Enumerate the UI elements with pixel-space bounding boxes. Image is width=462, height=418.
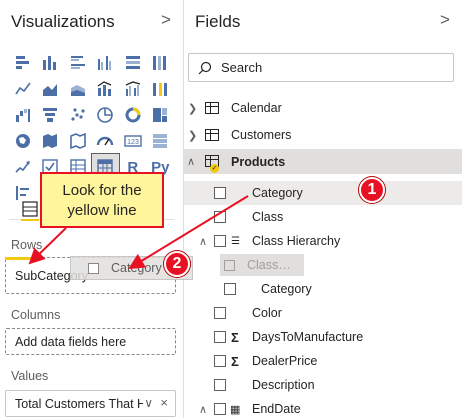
field-checkbox[interactable]: [214, 379, 226, 391]
chevron-down-icon[interactable]: ∧: [199, 403, 207, 416]
values-drop-well[interactable]: Total Customers That Ha ∨ ×: [5, 390, 176, 417]
field-checkbox[interactable]: [214, 355, 226, 367]
map-icon[interactable]: [9, 128, 37, 154]
step-2-badge: 2: [164, 251, 190, 277]
field-label: Class: [247, 258, 279, 272]
pie-chart-icon[interactable]: [92, 102, 120, 128]
stacked-area-chart-icon[interactable]: [64, 76, 92, 102]
clustered-bar-chart-icon[interactable]: [64, 50, 92, 76]
filled-map-icon[interactable]: [37, 128, 65, 154]
visualizations-title: Visualizations: [11, 12, 115, 31]
yellow-insert-line: [5, 257, 41, 260]
line-and-column-chart-icon[interactable]: [92, 76, 120, 102]
field-label: Class: [252, 210, 284, 224]
field-days-to-manufacture[interactable]: Σ DaysToManufacture: [184, 325, 462, 349]
table-name: Calendar: [231, 101, 282, 115]
field-label: Color: [252, 306, 282, 320]
waterfall-chart-icon[interactable]: [9, 102, 37, 128]
funnel-chart-icon[interactable]: [37, 102, 65, 128]
field-label: DaysToManufacture: [252, 330, 364, 344]
table-icon: [205, 102, 219, 114]
collapse-fields-icon[interactable]: >: [440, 10, 450, 30]
drag-ghost-label: Category: [111, 261, 162, 275]
calendar-icon: ▦: [230, 403, 241, 416]
fields-search-input[interactable]: Search: [188, 53, 454, 82]
field-class[interactable]: Class: [184, 205, 462, 229]
100-stacked-column-chart-icon[interactable]: [147, 50, 175, 76]
field-checkbox[interactable]: [214, 235, 226, 247]
search-placeholder: Search: [221, 60, 263, 75]
field-checkbox[interactable]: [214, 187, 226, 199]
hierarchy-level-class-ghost: Class…: [220, 254, 304, 276]
field-end-date[interactable]: ∧ ▦ EndDate: [184, 397, 462, 418]
table-products[interactable]: ∧ ✓ Products: [184, 149, 462, 174]
values-field-pill[interactable]: Total Customers That Ha: [15, 397, 143, 411]
columns-well-label: Columns: [11, 308, 61, 322]
field-label: Class Hierarchy: [252, 234, 341, 248]
field-class-hierarchy[interactable]: ∧ ☰ Class Hierarchy: [184, 229, 462, 253]
field-label: Category: [261, 282, 312, 296]
columns-drop-well[interactable]: Add data fields here: [5, 328, 176, 355]
field-checkbox[interactable]: [224, 283, 236, 295]
field-checkbox[interactable]: [214, 331, 226, 343]
field-category[interactable]: Category: [184, 181, 462, 205]
clustered-column-chart-icon[interactable]: [92, 50, 120, 76]
field-checkbox: [224, 259, 235, 271]
sigma-icon: Σ: [231, 353, 239, 369]
fields-title: Fields: [195, 12, 241, 31]
ribbon-chart-icon[interactable]: [147, 76, 175, 102]
hierarchy-icon: ☰: [231, 235, 240, 247]
callout-look-for-yellow-line: Look for the yellow line: [40, 172, 164, 228]
sigma-icon: Σ: [231, 329, 239, 345]
hierarchy-level-category[interactable]: Category: [184, 277, 462, 301]
table-calendar[interactable]: ❯ Calendar: [184, 96, 462, 120]
remove-field-icon[interactable]: ×: [160, 395, 168, 410]
shape-map-icon[interactable]: [64, 128, 92, 154]
fields-tab[interactable]: [21, 200, 39, 221]
line-and-clustered-column-chart-icon[interactable]: [119, 76, 147, 102]
donut-chart-icon[interactable]: [119, 102, 147, 128]
field-checkbox[interactable]: [214, 211, 226, 223]
field-label: EndDate: [252, 402, 301, 416]
chevron-right-icon[interactable]: ❯: [188, 102, 197, 115]
values-well-label: Values: [11, 369, 49, 383]
treemap-icon[interactable]: [147, 102, 175, 128]
table-customers[interactable]: ❯ Customers: [184, 123, 462, 147]
field-checkbox[interactable]: [214, 307, 226, 319]
columns-placeholder: Add data fields here: [15, 334, 127, 349]
chevron-down-icon[interactable]: ∧: [199, 235, 207, 248]
field-label: Description: [252, 378, 315, 392]
stacked-column-chart-icon[interactable]: [37, 50, 65, 76]
table-name: Customers: [231, 128, 292, 142]
gauge-icon[interactable]: [92, 128, 120, 154]
chevron-right-icon[interactable]: ❯: [188, 129, 197, 142]
field-checkbox: [88, 262, 99, 274]
chevron-down-icon[interactable]: ∧: [187, 155, 195, 168]
100-stacked-bar-chart-icon[interactable]: [119, 50, 147, 76]
field-color[interactable]: Color: [184, 301, 462, 325]
field-label: Category: [252, 186, 303, 200]
table-icon: [205, 129, 219, 141]
field-label: DealerPrice: [252, 354, 318, 368]
rows-well-label: Rows: [11, 238, 43, 252]
area-chart-icon[interactable]: [37, 76, 65, 102]
svg-text:123: 123: [127, 139, 139, 146]
fields-pane: Fields > Search ❯ Calendar ❯ Customers ∧…: [184, 0, 462, 418]
stacked-bar-chart-icon[interactable]: [9, 50, 37, 76]
field-description[interactable]: Description: [184, 373, 462, 397]
values-dropdown-icon[interactable]: ∨: [144, 396, 153, 410]
kpi-icon[interactable]: [9, 154, 37, 180]
line-chart-icon[interactable]: [9, 76, 37, 102]
scatter-chart-icon[interactable]: [64, 102, 92, 128]
card-icon[interactable]: 123: [119, 128, 147, 154]
selected-check-icon: ✓: [210, 164, 219, 173]
field-dealer-price[interactable]: Σ DealerPrice: [184, 349, 462, 373]
collapse-visualizations-icon[interactable]: >: [161, 10, 171, 30]
multi-row-card-icon[interactable]: [147, 128, 175, 154]
step-1-badge: 1: [359, 177, 385, 203]
table-name: Products: [231, 154, 286, 169]
search-icon: [198, 61, 212, 74]
field-checkbox[interactable]: [214, 403, 226, 415]
